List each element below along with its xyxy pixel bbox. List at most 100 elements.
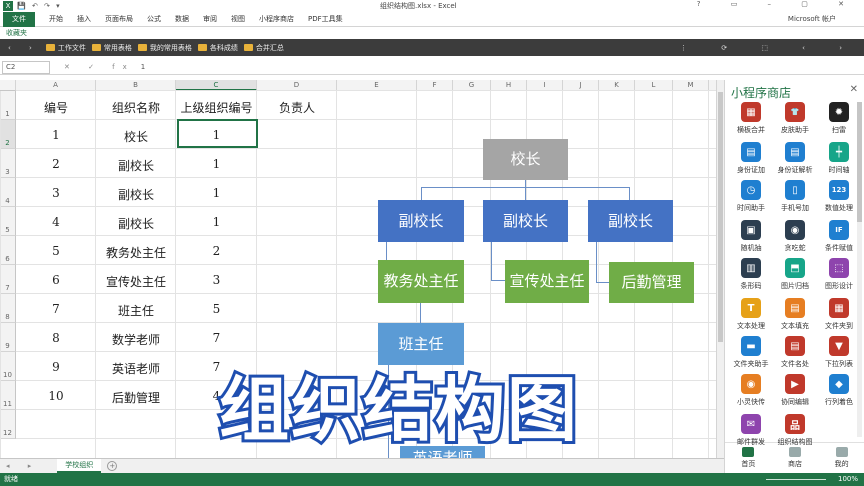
favorite-item[interactable]: 常用表格 bbox=[91, 43, 132, 53]
panel-app-item[interactable]: ◉ 贪吃蛇 bbox=[773, 220, 817, 253]
org-node-vice-principal[interactable]: 副校长 bbox=[588, 200, 673, 242]
table-cell[interactable]: 副校长 bbox=[96, 215, 176, 232]
org-node-publicity-director[interactable]: 宣传处主任 bbox=[505, 260, 589, 303]
scrollbar-thumb[interactable] bbox=[718, 92, 723, 342]
panel-app-item[interactable]: ▯ 手机号加 bbox=[773, 180, 817, 213]
table-header-cell[interactable]: 编号 bbox=[16, 99, 96, 116]
panel-app-item[interactable]: IF 条件赋值 bbox=[817, 220, 861, 253]
table-header-cell[interactable]: 上级组织编号 bbox=[176, 99, 257, 116]
table-cell[interactable]: 6 bbox=[16, 273, 96, 287]
row-header[interactable]: 8 bbox=[0, 294, 16, 323]
table-cell[interactable]: 教务处主任 bbox=[96, 244, 176, 261]
panel-app-item[interactable]: ▦ 横板合并 bbox=[729, 102, 773, 135]
table-cell[interactable]: 宣传处主任 bbox=[96, 273, 176, 290]
table-cell[interactable]: 副校长 bbox=[96, 186, 176, 203]
table-cell[interactable]: 3 bbox=[16, 186, 96, 200]
table-cell[interactable]: 5 bbox=[16, 244, 96, 258]
org-node-vice-principal[interactable]: 副校长 bbox=[378, 200, 464, 242]
table-header-cell[interactable]: 组织名称 bbox=[96, 99, 176, 116]
zoom-level[interactable]: 100% bbox=[838, 473, 858, 486]
row-header[interactable]: 10 bbox=[0, 352, 16, 381]
row-header[interactable]: 11 bbox=[0, 381, 16, 410]
panel-app-item[interactable]: ┿ 时间轴 bbox=[817, 142, 861, 175]
tab-data[interactable]: 数据 bbox=[175, 14, 189, 24]
account-label[interactable]: Microsoft 帐户 bbox=[788, 14, 836, 24]
tab-formulas[interactable]: 公式 bbox=[147, 14, 161, 24]
row-header[interactable]: 12 bbox=[0, 410, 16, 439]
table-header-cell[interactable]: 负责人 bbox=[257, 99, 337, 116]
table-cell[interactable]: 7 bbox=[16, 302, 96, 316]
panel-app-item[interactable]: ◆ 行列着色 bbox=[817, 374, 861, 407]
table-cell[interactable]: 1 bbox=[176, 186, 257, 200]
panel-app-item[interactable]: ▤ 身份证解析 bbox=[773, 142, 817, 175]
table-cell[interactable]: 1 bbox=[16, 128, 96, 142]
formula-input[interactable]: 1 bbox=[141, 63, 145, 71]
table-cell[interactable]: 3 bbox=[176, 273, 257, 287]
panel-app-item[interactable]: 123 数值处理 bbox=[817, 180, 861, 213]
table-cell[interactable]: 2 bbox=[176, 244, 257, 258]
panel-app-item[interactable]: T 文本处理 bbox=[729, 298, 773, 331]
row-header[interactable]: 7 bbox=[0, 265, 16, 294]
panel-nav-store[interactable]: 商店 bbox=[788, 447, 802, 469]
vertical-scrollbar[interactable] bbox=[716, 80, 724, 458]
table-cell[interactable]: 5 bbox=[176, 302, 257, 316]
tab-pdf-tools[interactable]: PDF工具集 bbox=[308, 14, 343, 24]
table-cell[interactable]: 副校长 bbox=[96, 157, 176, 174]
panel-nav-mine[interactable]: 我的 bbox=[835, 447, 849, 469]
row-header[interactable]: 3 bbox=[0, 149, 16, 178]
tab-review[interactable]: 审阅 bbox=[203, 14, 217, 24]
table-cell[interactable]: 10 bbox=[16, 389, 96, 403]
tab-file[interactable]: 文件 bbox=[3, 11, 35, 27]
tab-home[interactable]: 开始 bbox=[49, 14, 63, 24]
org-node-logistics[interactable]: 后勤管理 bbox=[609, 262, 694, 303]
row-header[interactable]: 2 bbox=[0, 120, 16, 149]
panel-app-item[interactable]: ▥ 条形码 bbox=[729, 258, 773, 291]
close-icon[interactable]: ✕ bbox=[850, 84, 858, 95]
add-sheet-icon[interactable]: + bbox=[107, 461, 118, 471]
table-cell[interactable]: 1 bbox=[176, 157, 257, 171]
panel-app-item[interactable]: ◉ 小灵快传 bbox=[729, 374, 773, 407]
favorites-nav-arrows[interactable]: ‹ › bbox=[8, 44, 40, 52]
panel-app-item[interactable]: ▤ 文本填充 bbox=[773, 298, 817, 331]
panel-app-item[interactable]: ▤ 身份证加 bbox=[729, 142, 773, 175]
sheet-tab-school-org[interactable]: 学校组织 bbox=[57, 459, 102, 473]
org-node-principal[interactable]: 校长 bbox=[483, 139, 568, 180]
row-header[interactable]: 4 bbox=[0, 178, 16, 207]
panel-app-item[interactable]: ▶ 协同编辑 bbox=[773, 374, 817, 407]
select-all-corner[interactable] bbox=[0, 80, 16, 91]
table-cell[interactable]: 班主任 bbox=[96, 302, 176, 319]
panel-app-item[interactable]: ◷ 时间助手 bbox=[729, 180, 773, 213]
row-header[interactable]: 9 bbox=[0, 323, 16, 352]
table-cell[interactable]: 9 bbox=[16, 360, 96, 374]
quick-access-toolbar[interactable]: 💾 ↶ ↷ ▾ bbox=[17, 2, 62, 10]
panel-app-item[interactable]: ⬒ 图片归档 bbox=[773, 258, 817, 291]
name-box[interactable]: C2 bbox=[2, 60, 50, 74]
favorite-item[interactable]: 工作文件 bbox=[45, 43, 86, 53]
table-cell[interactable]: 英语老师 bbox=[96, 360, 176, 377]
tab-view[interactable]: 视图 bbox=[231, 14, 245, 24]
sheet-nav-arrows[interactable]: ◂ ▸ bbox=[6, 462, 39, 470]
tab-page-layout[interactable]: 页面布局 bbox=[105, 14, 133, 24]
favorite-item[interactable]: 我的常用表格 bbox=[137, 43, 192, 53]
window-controls[interactable]: ? ▭ – ▢ ✕ bbox=[697, 0, 858, 8]
panel-app-item[interactable]: 👕 皮肤助手 bbox=[773, 102, 817, 135]
panel-app-item[interactable]: ▼ 下拉列表 bbox=[817, 336, 861, 369]
org-node-vice-principal[interactable]: 副校长 bbox=[483, 200, 568, 242]
row-header[interactable]: 6 bbox=[0, 236, 16, 265]
formula-buttons[interactable]: ✕ ✓ fx bbox=[64, 63, 135, 71]
table-cell[interactable]: 数学老师 bbox=[96, 331, 176, 348]
table-cell[interactable]: 2 bbox=[16, 157, 96, 171]
row-header[interactable]: 5 bbox=[0, 207, 16, 236]
panel-app-item[interactable]: ▦ 文件夹到 bbox=[817, 298, 861, 331]
table-cell[interactable]: 7 bbox=[176, 331, 257, 345]
favorites-right-icons[interactable]: ⋮ ⟳ ⬚ ‹ › bbox=[680, 44, 858, 52]
panel-app-item[interactable]: ✹ 扫雷 bbox=[817, 102, 861, 135]
table-cell[interactable]: 8 bbox=[16, 331, 96, 345]
panel-app-item[interactable]: ⬚ 图形设计 bbox=[817, 258, 861, 291]
panel-app-item[interactable]: ▤ 文件名处 bbox=[773, 336, 817, 369]
org-node-academic-director[interactable]: 教务处主任 bbox=[378, 260, 464, 303]
panel-app-item[interactable]: ✉ 邮件群发 bbox=[729, 414, 773, 447]
panel-app-item[interactable]: ▬ 文件夹助手 bbox=[729, 336, 773, 369]
tab-mini-program-store[interactable]: 小程序商店 bbox=[259, 14, 294, 24]
table-cell[interactable]: 校长 bbox=[96, 128, 176, 145]
